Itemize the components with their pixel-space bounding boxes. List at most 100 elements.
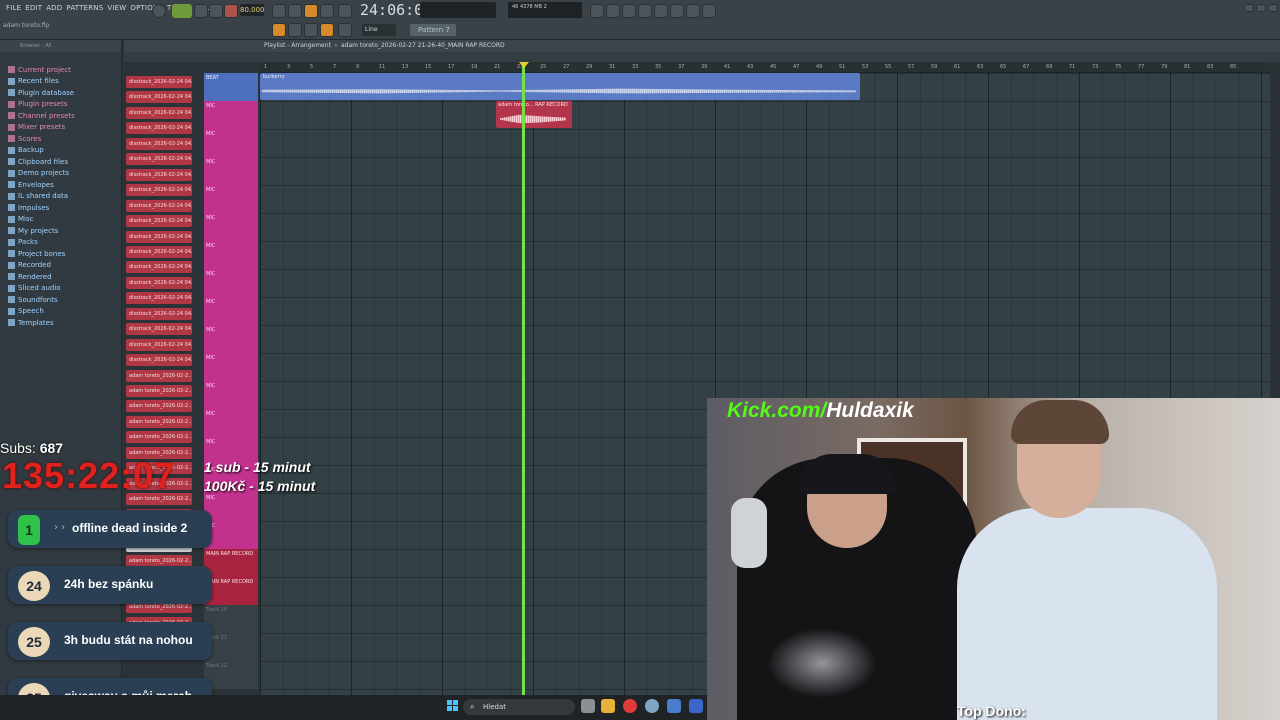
save-icon[interactable] <box>654 4 668 18</box>
channel-button[interactable]: disstrack_2026-02-24 04.. <box>126 168 192 181</box>
channel-button[interactable]: disstrack_2026-02-24 04.. <box>126 106 192 119</box>
playhead-marker-icon[interactable] <box>519 62 529 68</box>
menu-file[interactable]: FILE <box>4 4 23 12</box>
cut-icon[interactable] <box>606 4 620 18</box>
menu-view[interactable]: VIEW <box>105 4 128 12</box>
track-header[interactable]: MIC <box>204 325 258 353</box>
channel-button[interactable]: disstrack_2026-02-24 04.. <box>126 184 192 197</box>
track-header[interactable]: Track 22 <box>204 661 258 689</box>
browser-item[interactable]: Backup <box>8 145 121 157</box>
wait-input-icon[interactable] <box>288 4 302 18</box>
track-header[interactable]: MIC <box>204 493 258 521</box>
track-header[interactable]: MIC <box>204 101 258 129</box>
minimize-icon[interactable] <box>1244 4 1254 12</box>
browser-item[interactable]: Plugin presets <box>8 99 121 111</box>
file-explorer-icon[interactable] <box>601 699 615 713</box>
channel-button[interactable]: disstrack_2026-02-24 04.. <box>126 292 192 305</box>
channel-button[interactable]: adam toreto_2026-02-2.. <box>126 385 192 397</box>
snap-icon[interactable] <box>272 23 286 37</box>
channel-button[interactable]: disstrack_2026-02-24 04.. <box>126 122 192 135</box>
track-header[interactable]: Track 20 <box>204 605 258 633</box>
taskbar-search[interactable]: ⌕ Hledat <box>463 699 575 715</box>
track-header[interactable]: BEAT <box>204 73 258 101</box>
browser-item[interactable]: Recorded <box>8 260 121 272</box>
export-icon[interactable] <box>670 4 684 18</box>
channel-button[interactable]: disstrack_2026-02-24 04.. <box>126 91 192 104</box>
channel-button[interactable]: adam toreto_2026-02-2.. <box>126 431 192 444</box>
track-header[interactable]: MAIN RAP RECORD <box>204 549 258 577</box>
brush-icon[interactable] <box>304 23 318 37</box>
browser-item[interactable]: Mixer presets <box>8 122 121 134</box>
channel-button[interactable]: disstrack_2026-02-24 04.. <box>126 137 192 150</box>
menu-edit[interactable]: EDIT <box>23 4 44 12</box>
windows-start-icon[interactable] <box>447 700 459 712</box>
countdown-icon[interactable] <box>304 4 318 18</box>
playhead[interactable] <box>522 62 525 695</box>
browser-item[interactable]: Soundfonts <box>8 294 121 306</box>
timeline-ruler[interactable]: 1 3 5 7 9 11 13 15 17 19 21 23 25 27 29 31 33 35 37 39 41 43 4… <box>260 62 1270 73</box>
pattern-song-toggle[interactable] <box>152 4 166 18</box>
browser-item[interactable]: Packs <box>8 237 121 249</box>
snap-select[interactable]: Line <box>362 24 396 36</box>
browser-item[interactable]: Recent files <box>8 76 121 88</box>
stamp-icon[interactable] <box>338 23 352 37</box>
maximize-icon[interactable] <box>1256 4 1266 12</box>
play-button[interactable] <box>172 4 192 18</box>
browser-item[interactable]: Impulses <box>8 202 121 214</box>
track-header[interactable]: MIC <box>204 241 258 269</box>
channel-button[interactable]: adam toreto_2026-02-2.. <box>126 415 192 428</box>
audio-clip-beat[interactable]: burberry <box>260 73 860 100</box>
audio-clip-rap[interactable]: adam toreto... RAP RECORD <box>496 101 572 128</box>
channel-button[interactable]: disstrack_2026-02-24 04.. <box>126 76 192 88</box>
step-edit-icon[interactable] <box>320 4 334 18</box>
channel-button[interactable]: disstrack_2026-02-24 04.. <box>126 153 192 166</box>
metronome-icon[interactable] <box>272 4 286 18</box>
browser-item[interactable]: IL shared data <box>8 191 121 203</box>
browser-item[interactable]: Templates <box>8 317 121 329</box>
browser-item[interactable]: Sliced audio <box>8 283 121 295</box>
close-icon[interactable] <box>1268 4 1278 12</box>
track-header[interactable]: MIC <box>204 185 258 213</box>
arrow-icon[interactable] <box>288 23 302 37</box>
track-header[interactable]: MIC <box>204 269 258 297</box>
channel-button[interactable]: disstrack_2026-02-24 04.. <box>126 354 192 367</box>
browser-item[interactable]: Channel presets <box>8 110 121 122</box>
download-icon[interactable] <box>702 4 716 18</box>
channel-button[interactable]: disstrack_2026-02-24 04.. <box>126 338 192 351</box>
channel-button[interactable]: disstrack_2026-02-24 04.. <box>126 276 192 289</box>
track-header[interactable]: MIC <box>204 129 258 157</box>
opera-icon[interactable] <box>623 699 637 713</box>
settings-icon[interactable] <box>645 699 659 713</box>
channel-button[interactable]: disstrack_2026-02-24 04.. <box>126 230 192 243</box>
track-header[interactable]: MIC <box>204 409 258 437</box>
stop-button[interactable] <box>209 4 223 18</box>
browser-item[interactable]: Clipboard files <box>8 156 121 168</box>
track-header[interactable]: MIC <box>204 157 258 185</box>
channel-button[interactable]: disstrack_2026-02-24 04.. <box>126 215 192 228</box>
task-view-icon[interactable] <box>581 699 595 713</box>
browser-item[interactable]: Scores <box>8 133 121 145</box>
channel-button[interactable]: adam toreto_2026-02-2.. <box>126 400 192 413</box>
mic-icon[interactable] <box>622 4 636 18</box>
browser-item[interactable]: My projects <box>8 225 121 237</box>
channel-button[interactable]: adam toreto_2026-02-2.. <box>126 369 192 382</box>
pattern-selector[interactable]: Pattern 7 <box>410 24 456 36</box>
loop-record-icon[interactable] <box>338 4 352 18</box>
browser-item[interactable]: Rendered <box>8 271 121 283</box>
streaming-app-icon[interactable] <box>689 699 703 713</box>
channel-button[interactable]: disstrack_2026-02-24 04.. <box>126 307 192 320</box>
tempo-display[interactable]: 80.000 <box>240 4 265 16</box>
browser-item[interactable]: Speech <box>8 306 121 318</box>
menu-add[interactable]: ADD <box>44 4 64 12</box>
track-header[interactable]: MAIN RAP RECORD <box>204 577 258 605</box>
undo-icon[interactable] <box>590 4 604 18</box>
track-header[interactable]: MIC <box>204 381 258 409</box>
discord-icon[interactable] <box>667 699 681 713</box>
browser-item[interactable]: Demo projects <box>8 168 121 180</box>
track-header[interactable]: Track 21 <box>204 633 258 661</box>
track-header[interactable]: MIC <box>204 297 258 325</box>
pencil-icon[interactable] <box>320 23 334 37</box>
channel-button[interactable]: disstrack_2026-02-24 04.. <box>126 199 192 212</box>
browser-item[interactable]: Plugin database <box>8 87 121 99</box>
browser-item[interactable]: Project bones <box>8 248 121 260</box>
